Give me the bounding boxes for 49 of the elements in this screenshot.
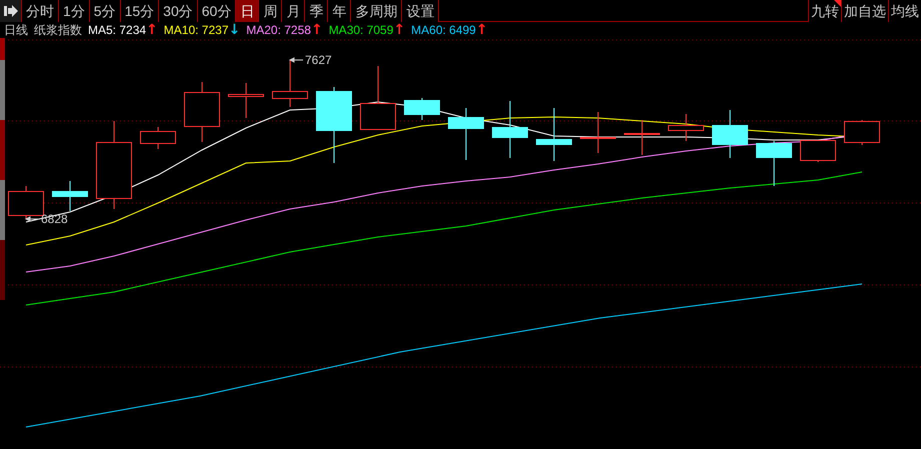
trend-arrow: ↑ (476, 23, 488, 37)
candlestick (536, 108, 572, 162)
moving-average-value: MA5: 7234 (88, 24, 146, 36)
candlestick (52, 180, 88, 212)
candlestick (580, 112, 616, 154)
candlestick (800, 140, 836, 162)
period-tab[interactable]: 周 (259, 0, 282, 22)
period-tab[interactable]: 月 (282, 0, 306, 22)
trend-arrow: ↓ (228, 23, 240, 37)
candlestick (624, 120, 660, 156)
low-price-label: 6828 (41, 212, 68, 226)
period-tab[interactable]: 1分 (59, 0, 90, 22)
candlestick (404, 98, 440, 120)
toolbar-button[interactable]: 加自选 (841, 0, 888, 22)
candlestick (668, 114, 704, 142)
period-tab[interactable]: 分时 (22, 0, 59, 22)
candlestick (492, 100, 528, 158)
period-tab[interactable]: 60分 (198, 0, 236, 22)
candlestick (184, 82, 220, 142)
period-tab[interactable]: 季 (305, 0, 328, 22)
trend-arrow: ↑ (146, 23, 158, 37)
candlestick (756, 140, 792, 186)
trend-arrow: ↑ (393, 23, 406, 37)
moving-average-value: MA30: 7059 (328, 24, 394, 36)
index-name: 纸浆指数 (34, 24, 82, 36)
high-marker-arrow (288, 57, 304, 63)
candlestick (448, 108, 484, 160)
candlestick (844, 120, 880, 146)
candlestick (712, 110, 748, 158)
toolbar-button[interactable]: 九转 (808, 0, 841, 22)
period-tab[interactable]: 5分 (90, 0, 121, 22)
toolbar-button[interactable]: 均线 (888, 0, 921, 22)
moving-average-value: MA10: 7237 (164, 24, 228, 36)
period-tab[interactable]: 30分 (159, 0, 198, 22)
candlestick (360, 66, 396, 130)
moving-average-value: MA60: 6499 (411, 24, 476, 36)
period-tab[interactable]: 15分 (120, 0, 160, 22)
period-tab[interactable]: 设置 (402, 0, 440, 22)
moving-average-value: MA20: 7258 (246, 24, 311, 36)
low-marker-arrow (24, 216, 40, 222)
candlestick (140, 126, 176, 150)
collapse-icon[interactable] (0, 0, 22, 22)
period-label: 日线 (4, 24, 28, 36)
trend-arrow: ↑ (310, 23, 323, 37)
period-tab[interactable]: 年 (328, 0, 352, 22)
high-price-label: 7627 (305, 53, 332, 67)
period-tab[interactable]: 多周期 (351, 0, 402, 22)
candlestick (228, 82, 264, 118)
period-tab[interactable]: 日 (236, 0, 260, 22)
